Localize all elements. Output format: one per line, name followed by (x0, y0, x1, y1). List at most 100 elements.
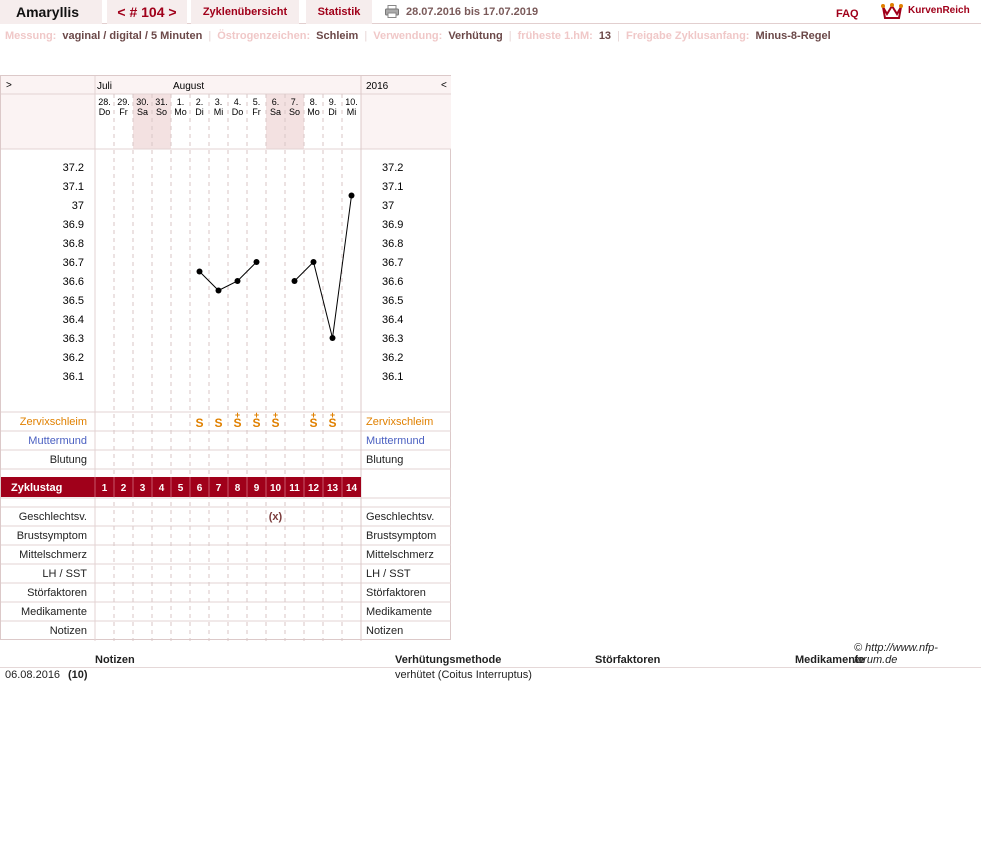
row-label-medi: Medikamente (21, 606, 87, 618)
row-label-right-stoer: Störfaktoren (366, 587, 426, 599)
y-tick-right: 37 (382, 200, 394, 212)
messung-label: Messung: (5, 30, 57, 42)
username[interactable]: Amaryllis (0, 0, 102, 24)
cycle-navigator[interactable]: < # 104 > (107, 0, 187, 24)
row-label-brust: Brustsymptom (17, 530, 87, 542)
next-cycle-arrow: < (441, 80, 447, 91)
y-tick-left: 36.1 (63, 371, 84, 383)
row-label-gv: Geschlechtsv. (19, 511, 87, 523)
row-label-blutung: Blutung (50, 454, 87, 466)
day-date: 30. (136, 97, 149, 107)
day-weekday: Sa (270, 107, 281, 117)
day-weekday: So (156, 107, 167, 117)
y-tick-right: 36.8 (382, 238, 403, 250)
cycle-chart: > Juli August 2016 <28. Do 29. Fr 30. Sa 31. So 1. Mo… (0, 75, 451, 641)
temperature-point (253, 259, 260, 265)
day-weekday: Di (195, 107, 204, 117)
day-date: 5. (253, 97, 261, 107)
tab-statistics[interactable]: Statistik (306, 0, 372, 24)
note-method: verhütet (Coitus Interruptus) (395, 669, 532, 681)
y-tick-left: 36.9 (63, 219, 84, 231)
y-tick-left: 37.1 (63, 181, 84, 193)
day-weekday: Sa (137, 107, 148, 117)
day-date: 3. (215, 97, 223, 107)
col-stoer: Störfaktoren (595, 654, 661, 666)
col-method: Verhütungsmethode (395, 654, 502, 666)
month-label-august: August (173, 81, 204, 92)
row-label-lh: LH / SST (42, 568, 87, 580)
y-tick-right: 36.5 (382, 295, 403, 307)
y-tick-left: 36.6 (63, 276, 84, 288)
date-range: 28.07.2016 bis 17.07.2019 (406, 6, 539, 18)
verwendung-label: Verwendung: (373, 30, 443, 42)
y-tick-left: 36.3 (63, 333, 84, 345)
day-weekday: Do (99, 107, 111, 117)
y-tick-right: 36.7 (382, 257, 403, 269)
cervix-plus: + (254, 410, 259, 420)
faq-link[interactable]: FAQ (836, 8, 859, 20)
col-notizen: Notizen (95, 654, 135, 666)
day-date: 7. (291, 97, 299, 107)
crown-logo-icon[interactable] (881, 2, 903, 20)
row-label-right-mittel: Mittelschmerz (366, 549, 434, 561)
zyklustag-number: 8 (235, 483, 241, 494)
temperature-point (196, 268, 203, 275)
printer-icon[interactable] (385, 5, 399, 18)
day-date: 8. (310, 97, 318, 107)
date-right-bg (361, 94, 451, 149)
y-tick-right: 36.4 (382, 314, 403, 326)
oestrogen-label: Östrogenzeichen: (217, 30, 311, 42)
y-tick-left: 37 (72, 200, 84, 212)
y-tick-right: 37.2 (382, 162, 403, 174)
day-date: 9. (329, 97, 337, 107)
row-label-right-zervix: Zervixschleim (366, 416, 433, 428)
chart-svg: > Juli August 2016 <28.Do29.Fr30.Sa31.So1.Mo… (1, 76, 451, 641)
zyklustag-number: 7 (216, 483, 222, 494)
brand-name[interactable]: KurvenReich (908, 5, 970, 16)
table-divider (0, 667, 981, 668)
day-date: 6. (272, 97, 280, 107)
y-tick-right: 37.1 (382, 181, 403, 193)
zyklustag-number: 6 (197, 483, 203, 494)
zyklustag-number: 5 (178, 483, 184, 494)
y-tick-right: 36.9 (382, 219, 403, 231)
cycle-info: Messung: vaginal / digital / 5 Minuten | Ö… (5, 30, 831, 42)
y-tick-right: 36.2 (382, 352, 403, 364)
cervix-plus: + (330, 410, 335, 420)
row-label-zervix: Zervixschleim (20, 416, 87, 428)
zyklustag-number: 10 (270, 483, 282, 494)
temperature-point (291, 278, 298, 284)
zyklustag-number: 1 (102, 483, 108, 494)
row-label-mittel: Mittelschmerz (19, 549, 87, 561)
day-weekday: Fr (119, 107, 128, 117)
freigabe-value: Minus-8-Regel (755, 30, 831, 42)
row-label-right-blutung: Blutung (366, 454, 403, 466)
note-date: 06.08.2016 (5, 669, 61, 681)
row-label-notizen: Notizen (50, 625, 87, 637)
day-weekday: Mo (174, 107, 187, 117)
day-weekday: So (289, 107, 300, 117)
temperature-point (329, 335, 336, 341)
source-credit: © http://www.nfp-forum.de (854, 642, 938, 666)
day-date: 10. (345, 97, 358, 107)
cervix-plus: + (311, 410, 316, 420)
cervix-mark: S (195, 416, 203, 430)
row-label-right-medi: Medikamente (366, 606, 432, 618)
y-tick-right: 36.1 (382, 371, 403, 383)
zyklustag-number: 14 (346, 483, 358, 494)
temperature-point (348, 192, 355, 199)
y-tick-right: 36.3 (382, 333, 403, 345)
row-label-right-lh: LH / SST (366, 568, 411, 580)
tab-cycle-overview[interactable]: Zyklenübersicht (191, 0, 299, 24)
date-label-bg (1, 94, 95, 149)
y-tick-right: 36.6 (382, 276, 403, 288)
day-weekday: Mo (307, 107, 320, 117)
temperature-point (234, 278, 241, 284)
zyklustag-number: 13 (327, 483, 339, 494)
day-date: 31. (155, 97, 168, 107)
freigabe-label: Freigabe Zyklusanfang: (625, 30, 750, 42)
row-label-stoer: Störfaktoren (27, 587, 87, 599)
temperature-line (199, 261, 257, 292)
day-weekday: Fr (252, 107, 261, 117)
y-tick-left: 36.7 (63, 257, 84, 269)
